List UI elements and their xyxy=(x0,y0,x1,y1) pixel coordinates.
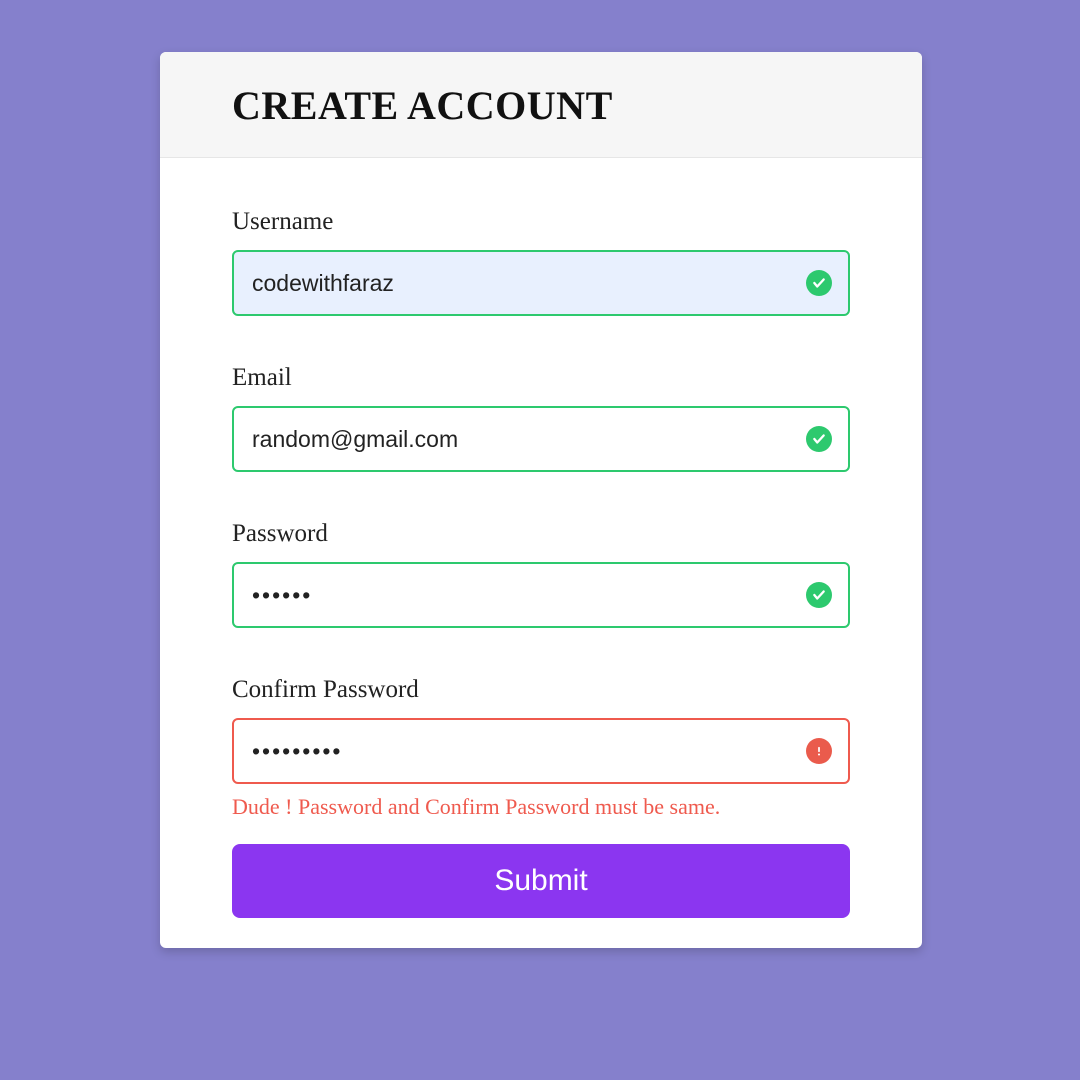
field-password: Password xyxy=(232,520,850,628)
signup-card: CREATE ACCOUNT Username Email Password xyxy=(160,52,922,948)
field-username: Username xyxy=(232,208,850,316)
email-label: Email xyxy=(232,364,850,392)
card-header: CREATE ACCOUNT xyxy=(160,52,922,158)
password-label: Password xyxy=(232,520,850,548)
confirm-password-label: Confirm Password xyxy=(232,676,850,704)
email-input-wrap xyxy=(232,406,850,472)
page-title: CREATE ACCOUNT xyxy=(232,82,850,129)
field-email: Email xyxy=(232,364,850,472)
field-confirm-password: Confirm Password xyxy=(232,676,850,784)
confirm-password-input-wrap xyxy=(232,718,850,784)
confirm-password-error: Dude ! Password and Confirm Password mus… xyxy=(232,794,850,820)
username-input[interactable] xyxy=(232,250,850,316)
check-circle-icon xyxy=(806,270,832,296)
username-input-wrap xyxy=(232,250,850,316)
username-label: Username xyxy=(232,208,850,236)
check-circle-icon xyxy=(806,426,832,452)
alert-circle-icon xyxy=(806,738,832,764)
password-input[interactable] xyxy=(232,562,850,628)
submit-button[interactable]: Submit xyxy=(232,844,850,918)
check-circle-icon xyxy=(806,582,832,608)
card-body: Username Email Password xyxy=(160,158,922,948)
confirm-password-input[interactable] xyxy=(232,718,850,784)
email-input[interactable] xyxy=(232,406,850,472)
password-input-wrap xyxy=(232,562,850,628)
